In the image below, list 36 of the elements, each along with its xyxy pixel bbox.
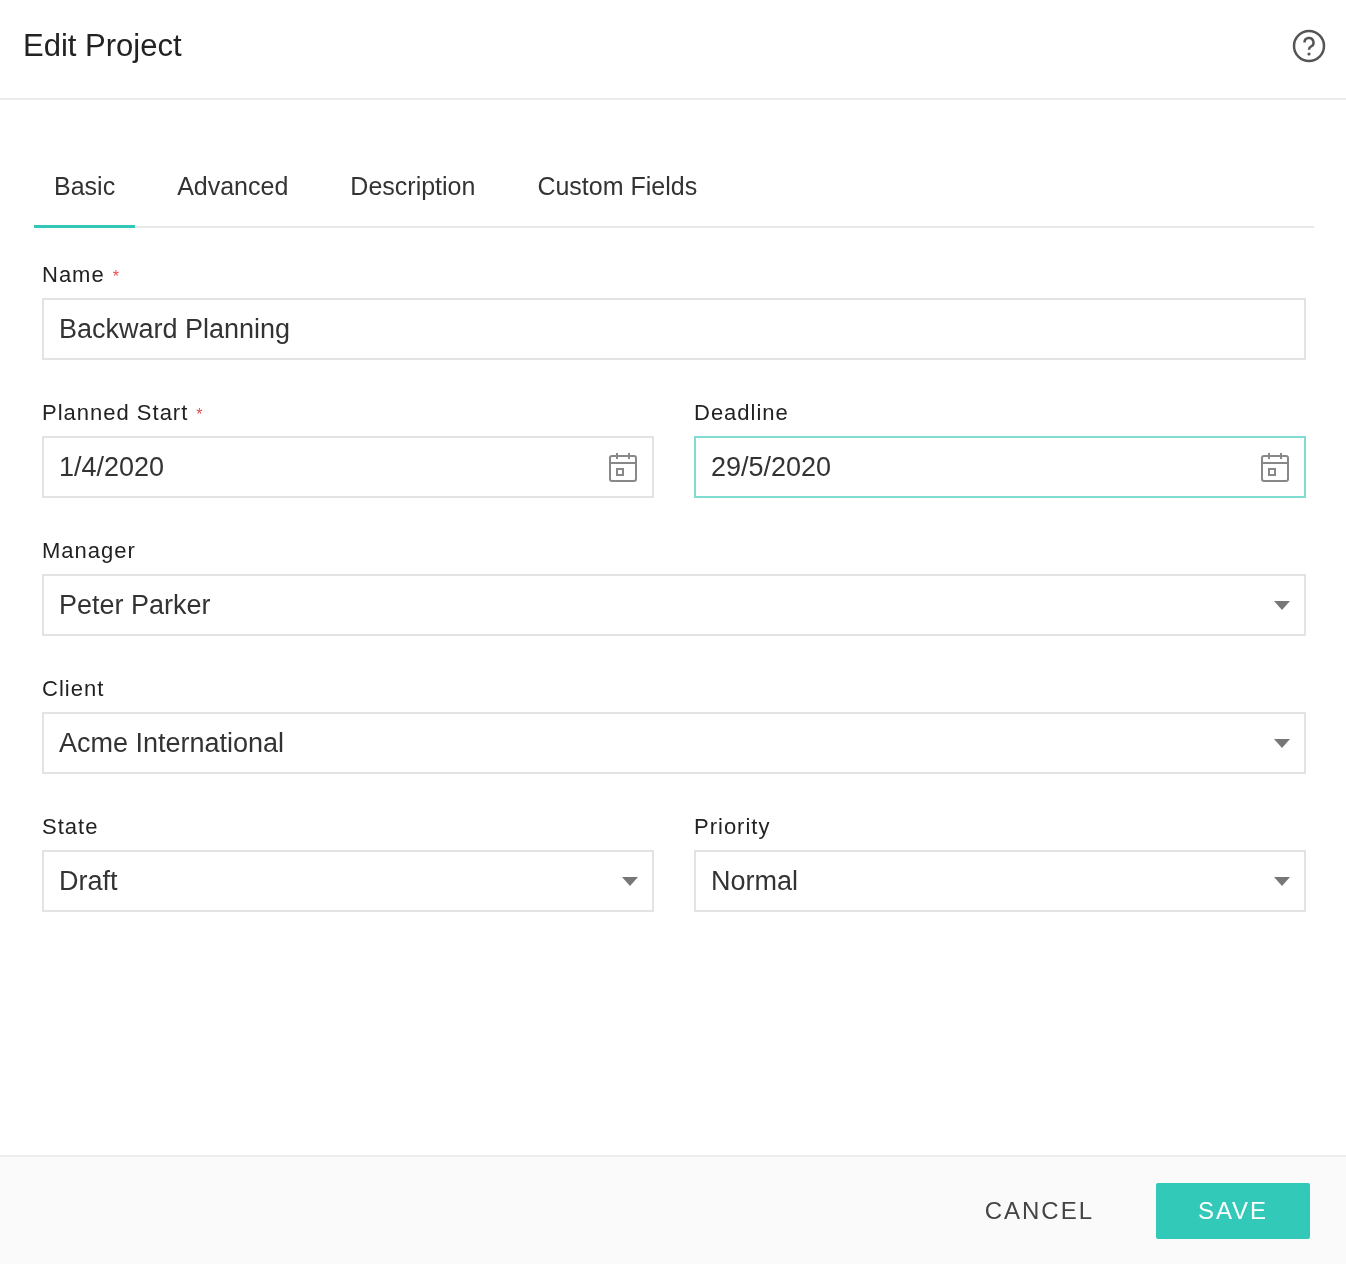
tab[interactable]: Basic xyxy=(34,154,136,228)
field-label: State xyxy=(42,814,99,840)
field-label: Client xyxy=(42,676,105,702)
field-label: Planned Start xyxy=(42,400,189,426)
dropdown-field[interactable]: Acme International xyxy=(42,712,1306,774)
date-field[interactable]: 29/5/2020 xyxy=(694,436,1306,498)
cancel-button[interactable]: CANCEL xyxy=(978,1195,1100,1226)
field-value: Backward Planning xyxy=(59,313,291,345)
field-value: 29/5/2020 xyxy=(711,451,832,483)
help-icon[interactable] xyxy=(1292,29,1326,63)
calendar-icon[interactable] xyxy=(608,451,638,483)
dropdown-field[interactable]: Peter Parker xyxy=(42,574,1306,636)
field-label: Priority xyxy=(694,814,771,840)
field-label: Manager xyxy=(42,538,136,564)
date-field[interactable]: 1/4/2020 xyxy=(42,436,654,498)
caret-icon[interactable] xyxy=(1274,738,1290,748)
field-label: Deadline xyxy=(694,400,789,426)
dropdown-field[interactable]: Draft xyxy=(42,850,654,912)
required-mark: * xyxy=(112,268,119,286)
field-value: Peter Parker xyxy=(59,589,211,621)
field-label: Name xyxy=(42,262,105,288)
caret-icon[interactable] xyxy=(1274,876,1290,886)
tab[interactable]: Advanced xyxy=(157,154,309,228)
calendar-icon[interactable] xyxy=(1260,451,1290,483)
tab[interactable]: Custom Fields xyxy=(517,154,718,228)
field-value: 1/4/2020 xyxy=(59,451,165,483)
field-value: Normal xyxy=(711,865,798,897)
dropdown-field[interactable]: Normal xyxy=(694,850,1306,912)
dialog-title: Edit Project xyxy=(23,28,182,64)
required-mark: * xyxy=(196,406,203,424)
field-value: Draft xyxy=(59,865,118,897)
input-field[interactable]: Backward Planning xyxy=(42,298,1306,360)
caret-icon[interactable] xyxy=(622,876,638,886)
field-value: Acme International xyxy=(59,727,285,759)
tab[interactable]: Description xyxy=(330,154,496,228)
caret-icon[interactable] xyxy=(1274,600,1290,610)
